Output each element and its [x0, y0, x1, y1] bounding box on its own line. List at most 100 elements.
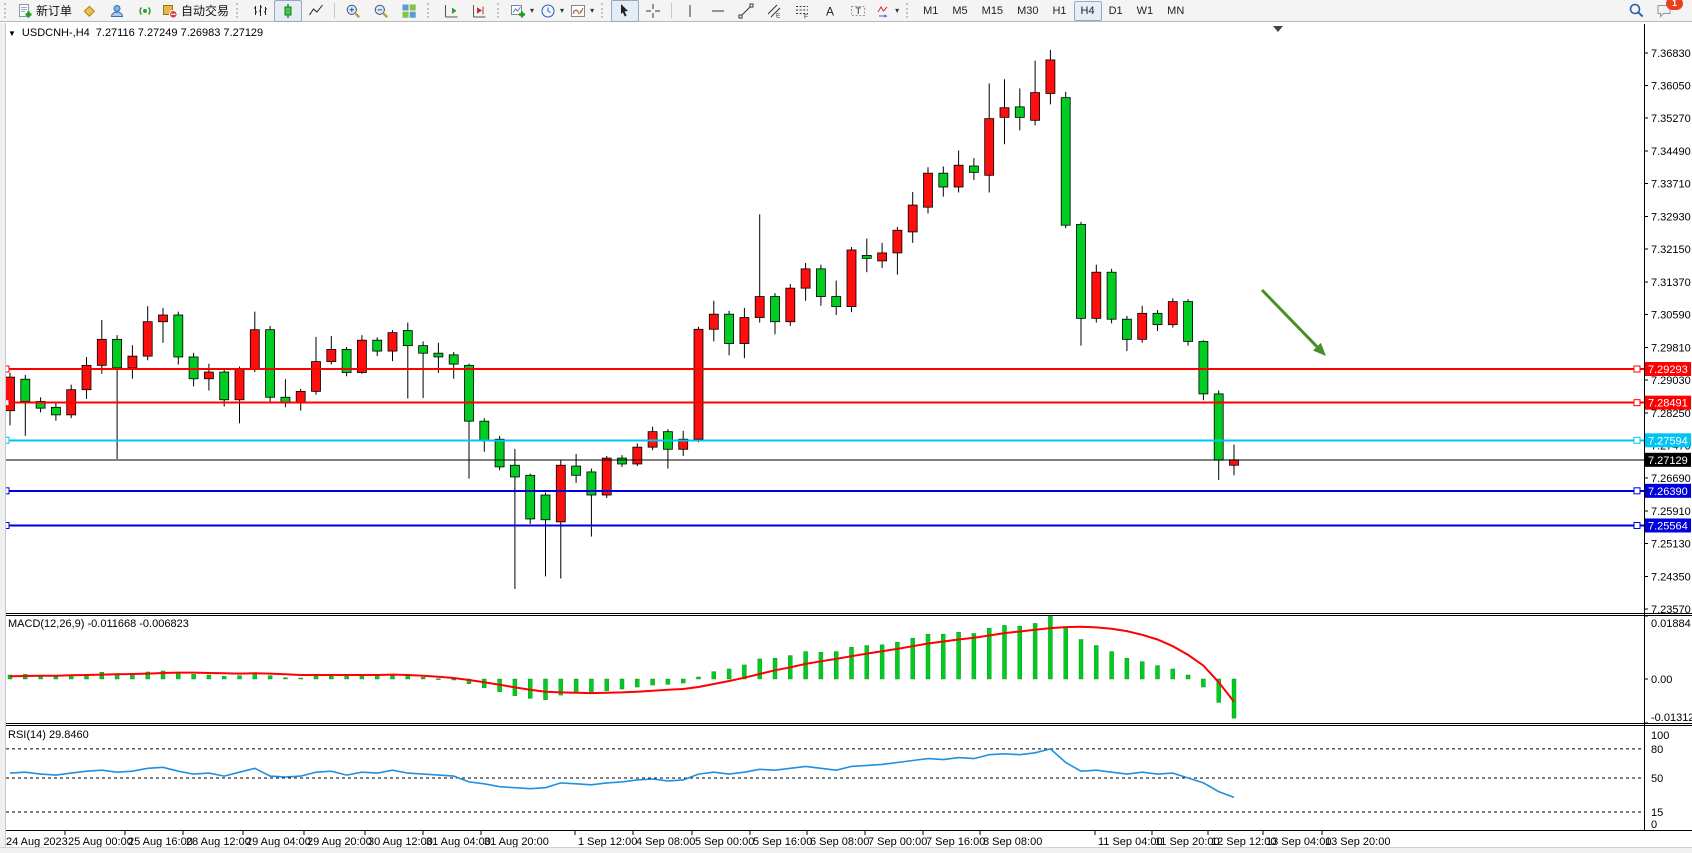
candle — [1122, 319, 1131, 339]
bar-chart-button[interactable] — [246, 0, 274, 22]
new-chart-icon — [510, 3, 526, 19]
chevron-down-icon: ▾ — [590, 6, 594, 15]
line-handle[interactable] — [1634, 488, 1640, 494]
search-button[interactable] — [1622, 0, 1650, 22]
line-handle[interactable] — [1634, 437, 1640, 443]
signals-button[interactable] — [131, 0, 159, 22]
toolbar-grip[interactable] — [4, 3, 11, 18]
price-tick-label: 7.33710 — [1651, 179, 1691, 191]
toolbar-grip[interactable] — [427, 3, 434, 18]
candle — [847, 250, 856, 307]
candle — [801, 269, 810, 288]
horizontal-level-line[interactable]: 7.26390 — [3, 484, 1691, 498]
line-chart-button[interactable] — [302, 0, 330, 22]
ohlc-values: 7.27116 7.27249 7.26983 7.27129 — [96, 27, 263, 39]
macd-histogram-bar — [268, 676, 272, 679]
candle — [633, 447, 642, 464]
tile-windows-button[interactable] — [395, 0, 423, 22]
shapes-dropdown[interactable]: ▾ — [872, 0, 902, 22]
chart-shift-button[interactable] — [465, 0, 493, 22]
candle — [312, 362, 321, 392]
notifications-button[interactable]: 1 — [1650, 0, 1678, 22]
macd-histogram-bar — [1048, 616, 1052, 679]
candlestick-series — [6, 50, 1239, 589]
indicators-icon — [570, 3, 586, 19]
macd-histogram-bar — [436, 679, 440, 680]
chart-canvas[interactable]: 7.368307.360507.352707.344907.337107.329… — [0, 0, 1692, 853]
line-handle[interactable] — [1634, 366, 1640, 372]
timeframe-mn[interactable]: MN — [1160, 1, 1191, 21]
timeframe-w1[interactable]: W1 — [1130, 1, 1161, 21]
line-handle[interactable] — [1634, 400, 1640, 406]
periods-dropdown[interactable]: ▾ — [537, 0, 567, 22]
time-axis[interactable]: 24 Aug 202325 Aug 00:0025 Aug 16:0028 Au… — [3, 831, 1390, 848]
toolbar-grip[interactable] — [497, 3, 504, 18]
new-chart-dropdown[interactable]: ▾ — [507, 0, 537, 22]
line-handle[interactable] — [1634, 522, 1640, 528]
autotrading-button[interactable]: 自动交易 — [159, 0, 232, 22]
toolbar-grip[interactable] — [601, 3, 608, 18]
timeframe-m1[interactable]: M1 — [916, 1, 945, 21]
macd-histogram-bar — [1140, 662, 1144, 679]
rsi-tick-label: 15 — [1651, 807, 1663, 819]
cursor-button[interactable] — [611, 0, 639, 22]
chart-shift-marker[interactable] — [1273, 26, 1283, 32]
line-chart-icon — [308, 3, 324, 19]
fibonacci-tool[interactable]: F — [788, 0, 816, 22]
candle — [1199, 341, 1208, 393]
trendline-tool[interactable] — [732, 0, 760, 22]
toolbar-grip[interactable] — [236, 3, 243, 18]
community-button[interactable] — [103, 0, 131, 22]
candle — [771, 297, 780, 322]
text-icon: A — [822, 3, 838, 19]
macd-histogram-bar — [1171, 669, 1175, 679]
candle — [128, 356, 137, 368]
macd-histogram-bar — [1201, 679, 1205, 687]
candle — [1077, 224, 1086, 318]
macd-histogram-bar — [865, 646, 869, 679]
timeframe-h1[interactable]: H1 — [1045, 1, 1073, 21]
zoom-out-button[interactable] — [367, 0, 395, 22]
collapse-triangle-icon[interactable]: ▼ — [8, 29, 16, 38]
indicators-dropdown[interactable]: ▾ — [567, 0, 597, 22]
toolbar-grip[interactable] — [906, 3, 913, 18]
timeframe-m15[interactable]: M15 — [975, 1, 1010, 21]
candlestick-chart-button[interactable] — [274, 0, 302, 22]
crosshair-button[interactable] — [639, 0, 667, 22]
level-price-label: 7.29293 — [1648, 364, 1688, 376]
macd-histogram-bar — [238, 676, 242, 679]
horizontal-level-line[interactable]: 7.25564 — [3, 518, 1691, 532]
vertical-line-tool[interactable] — [676, 0, 704, 22]
zoom-in-icon — [345, 3, 361, 19]
timeframe-m5[interactable]: M5 — [945, 1, 974, 21]
pane-borders — [0, 24, 1692, 831]
horizontal-line-tool[interactable] — [704, 0, 732, 22]
macd-histogram-bar — [100, 672, 104, 679]
candle — [495, 439, 504, 467]
candle — [878, 253, 887, 261]
text-label-tool[interactable]: T — [844, 0, 872, 22]
macd-histogram-bar — [1033, 623, 1037, 679]
macd-name: MACD(12,26,9) — [8, 618, 84, 630]
svg-text:E: E — [776, 12, 781, 19]
text-tool[interactable]: A — [816, 0, 844, 22]
new-order-button[interactable]: 新订单 — [14, 0, 75, 22]
candle — [373, 340, 382, 351]
timeframe-m30[interactable]: M30 — [1010, 1, 1045, 21]
candle — [97, 339, 106, 365]
chevron-down-icon: ▾ — [560, 6, 564, 15]
depth-of-market-button[interactable] — [75, 0, 103, 22]
macd-histogram-bar — [651, 679, 655, 685]
candle — [1092, 272, 1101, 318]
status-strip — [0, 847, 1692, 853]
timeframe-h4[interactable]: H4 — [1074, 1, 1102, 21]
community-icon — [109, 3, 125, 19]
zoom-in-button[interactable] — [339, 0, 367, 22]
candle — [296, 391, 305, 403]
arrow-annotation[interactable] — [1262, 290, 1326, 356]
auto-scroll-button[interactable] — [437, 0, 465, 22]
equidistant-channel-tool[interactable]: E — [760, 0, 788, 22]
timeframe-d1[interactable]: D1 — [1102, 1, 1130, 21]
horizontal-level-line[interactable]: 7.27594 — [3, 433, 1691, 447]
horizontal-level-line[interactable]: 7.28491 — [3, 396, 1691, 410]
